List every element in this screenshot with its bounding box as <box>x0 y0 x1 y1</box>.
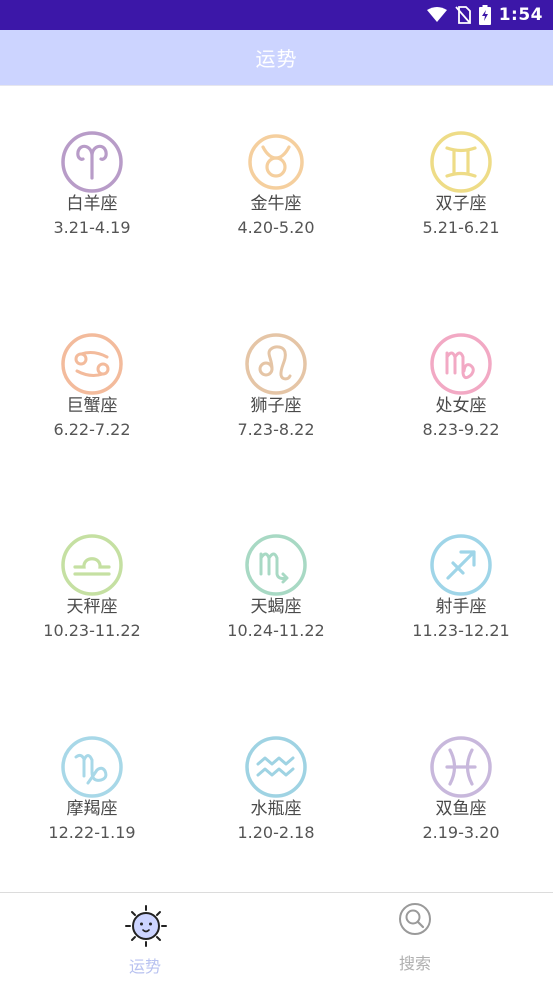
taurus-icon <box>248 134 304 190</box>
cancer-icon <box>61 333 123 395</box>
zodiac-name: 双鱼座 <box>435 799 487 819</box>
sagittarius-icon <box>430 534 492 596</box>
battery-charging-icon <box>478 5 491 25</box>
zodiac-dates: 8.23-9.22 <box>422 420 500 439</box>
zodiac-name: 巨蟹座 <box>66 396 118 416</box>
zodiac-item-aries[interactable]: 白羊座 3.21-4.19 <box>0 86 184 237</box>
status-bar: 1:54 <box>0 0 553 30</box>
no-sim-icon <box>455 6 471 24</box>
scorpio-icon <box>245 534 307 596</box>
capricorn-icon <box>61 736 123 798</box>
zodiac-dates: 12.22-1.19 <box>48 823 136 842</box>
zodiac-name: 金牛座 <box>250 194 302 214</box>
zodiac-item-taurus[interactable]: 金牛座 4.20-5.20 <box>184 86 368 237</box>
zodiac-name: 天秤座 <box>66 597 118 617</box>
nav-label-fortune: 运势 <box>128 957 161 976</box>
zodiac-dates: 6.22-7.22 <box>53 420 131 439</box>
zodiac-name: 摩羯座 <box>66 799 118 819</box>
zodiac-item-cancer[interactable]: 巨蟹座 6.22-7.22 <box>0 288 184 439</box>
zodiac-name: 处女座 <box>435 396 487 416</box>
wifi-icon <box>426 7 447 22</box>
zodiac-item-aquarius[interactable]: 水瓶座 1.20-2.18 <box>184 691 368 842</box>
zodiac-name: 狮子座 <box>250 396 302 416</box>
zodiac-dates: 2.19-3.20 <box>422 823 500 842</box>
zodiac-name: 白羊座 <box>66 194 118 214</box>
zodiac-dates: 1.20-2.18 <box>237 823 315 842</box>
zodiac-item-leo[interactable]: 狮子座 7.23-8.22 <box>184 288 368 439</box>
search-icon <box>399 903 431 935</box>
status-icons: 1:54 <box>426 0 543 30</box>
aries-icon <box>61 131 123 193</box>
leo-icon <box>245 333 307 395</box>
libra-icon <box>61 534 123 596</box>
zodiac-dates: 5.21-6.21 <box>422 218 500 237</box>
zodiac-item-scorpio[interactable]: 天蝎座 10.24-11.22 <box>184 489 368 640</box>
zodiac-item-virgo[interactable]: 处女座 8.23-9.22 <box>369 288 553 439</box>
zodiac-grid: 白羊座 3.21-4.19 金牛座 4.20-5.20 双子座 5.21-6.2… <box>0 86 553 892</box>
bottom-nav: 运势 搜索 <box>0 893 553 983</box>
nav-item-search[interactable]: 搜索 <box>277 893 553 983</box>
zodiac-name: 天蝎座 <box>250 597 302 617</box>
pisces-icon <box>430 736 492 798</box>
zodiac-dates: 11.23-12.21 <box>412 621 510 640</box>
zodiac-item-pisces[interactable]: 双鱼座 2.19-3.20 <box>369 691 553 842</box>
zodiac-dates: 7.23-8.22 <box>237 420 315 439</box>
status-time: 1:54 <box>498 5 543 25</box>
page-title: 运势 <box>255 47 298 71</box>
zodiac-item-gemini[interactable]: 双子座 5.21-6.21 <box>369 86 553 237</box>
zodiac-name: 射手座 <box>435 597 487 617</box>
zodiac-item-sagittarius[interactable]: 射手座 11.23-12.21 <box>369 489 553 640</box>
gemini-icon <box>430 131 492 193</box>
zodiac-dates: 4.20-5.20 <box>237 218 315 237</box>
zodiac-name: 水瓶座 <box>250 799 302 819</box>
nav-item-fortune[interactable]: 运势 <box>7 893 283 983</box>
virgo-icon <box>430 333 492 395</box>
zodiac-dates: 10.23-11.22 <box>43 621 141 640</box>
sun-face-icon <box>125 905 167 947</box>
aquarius-icon <box>245 736 307 798</box>
nav-label-search: 搜索 <box>398 954 431 973</box>
zodiac-dates: 3.21-4.19 <box>53 218 131 237</box>
zodiac-item-capricorn[interactable]: 摩羯座 12.22-1.19 <box>0 691 184 842</box>
zodiac-name: 双子座 <box>435 194 487 214</box>
zodiac-item-libra[interactable]: 天秤座 10.23-11.22 <box>0 489 184 640</box>
app-bar: 运势 <box>0 30 553 85</box>
zodiac-dates: 10.24-11.22 <box>227 621 325 640</box>
